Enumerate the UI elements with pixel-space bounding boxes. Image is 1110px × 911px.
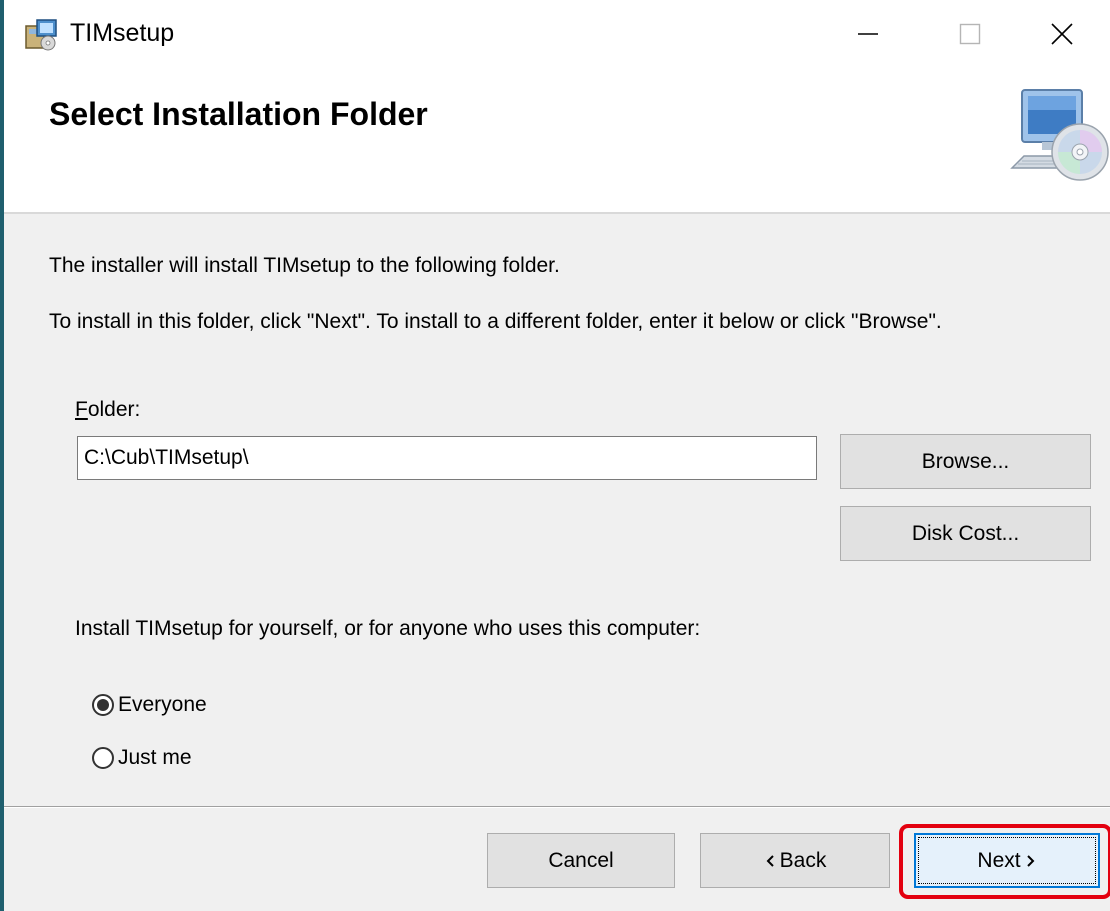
back-button-label: Back — [779, 848, 827, 872]
radio-just-me[interactable]: Just me — [92, 744, 192, 772]
disk-cost-button[interactable]: Disk Cost... — [840, 506, 1091, 561]
close-icon — [1051, 23, 1073, 45]
radio-button-unselected[interactable] — [92, 747, 114, 769]
radio-everyone-label: Everyone — [118, 693, 207, 716]
minimize-button[interactable] — [820, 0, 916, 68]
back-button[interactable]: Back — [700, 833, 890, 888]
radio-just-me-label: Just me — [118, 746, 192, 769]
radio-dot — [97, 699, 109, 711]
browse-button[interactable]: Browse... — [840, 434, 1091, 489]
radio-everyone[interactable]: Everyone — [92, 691, 207, 719]
chevron-left-icon — [766, 854, 774, 867]
header-banner: Select Installation Folder — [4, 68, 1110, 214]
chevron-right-icon — [1026, 854, 1035, 867]
install-info-text: The installer will install TIMsetup to t… — [49, 254, 560, 277]
title-bar[interactable]: TIMsetup — [4, 0, 1110, 68]
folder-label-accelerator: F — [75, 398, 88, 421]
radio-button-selected[interactable] — [92, 694, 114, 716]
folder-label-text: older: — [87, 398, 141, 421]
next-button-label: Next — [977, 848, 1021, 872]
next-button[interactable]: Next — [914, 833, 1100, 888]
installer-app-icon — [25, 19, 57, 51]
install-instructions-text: To install in this folder, click "Next".… — [49, 310, 942, 333]
minimize-icon — [858, 33, 878, 35]
window-title: TIMsetup — [70, 19, 175, 47]
computer-disc-icon — [1010, 89, 1109, 181]
footer-divider — [4, 806, 1110, 808]
page-title: Select Installation Folder — [49, 96, 428, 132]
maximize-button[interactable] — [922, 0, 1018, 68]
installer-window: TIMsetup Select Installation Folder The … — [0, 0, 1110, 911]
cancel-button[interactable]: Cancel — [487, 833, 675, 888]
close-button[interactable] — [1014, 0, 1110, 68]
maximize-icon — [959, 23, 981, 45]
folder-path-input[interactable] — [77, 436, 817, 480]
install-scope-prompt: Install TIMsetup for yourself, or for an… — [75, 617, 701, 640]
folder-label: Folder: — [75, 396, 140, 424]
